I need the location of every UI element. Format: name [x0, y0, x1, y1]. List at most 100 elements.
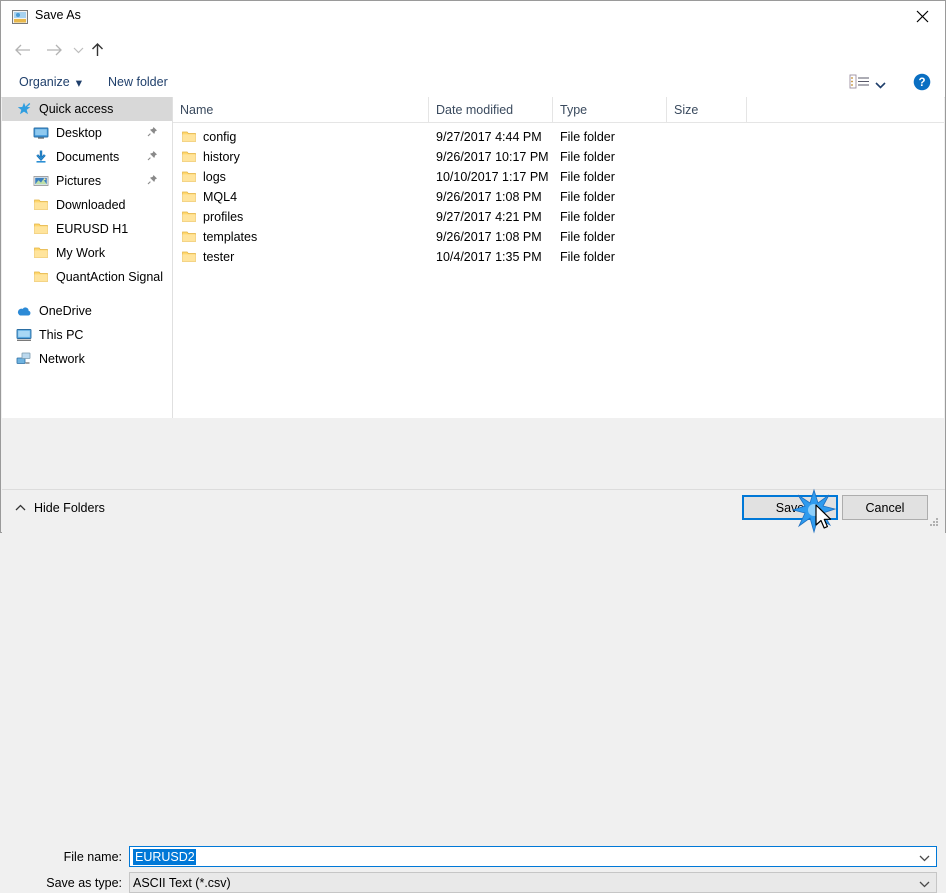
hide-folders-label: Hide Folders: [34, 501, 105, 515]
sidebar-item-my-work[interactable]: My Work: [2, 241, 172, 265]
sidebar-item-desktop[interactable]: Desktop: [2, 121, 172, 145]
column-header-size-label: Size: [674, 102, 699, 117]
sidebar-item-pictures[interactable]: Pictures: [2, 169, 172, 193]
documents-download-icon: [33, 149, 49, 165]
save-button[interactable]: Save: [742, 495, 838, 520]
view-dropdown-icon[interactable]: [875, 78, 886, 92]
row-type: File folder: [560, 170, 615, 184]
cancel-button[interactable]: Cancel: [842, 495, 928, 520]
command-toolbar: Organize ▾ New folder ?: [1, 67, 945, 98]
save-button-label: Save: [775, 500, 805, 515]
row-type: File folder: [560, 210, 615, 224]
folder-icon: [181, 169, 197, 185]
view-layout-icon[interactable]: [849, 73, 871, 91]
column-header-date-modified[interactable]: Date modified: [429, 97, 553, 122]
file-name-value[interactable]: EURUSD2: [133, 848, 196, 865]
window-title: Save As: [35, 8, 81, 22]
row-date-modified: 9/26/2017 10:17 PM: [436, 150, 549, 164]
table-row[interactable]: profiles 9/27/2017 4:21 PM File folder: [173, 207, 944, 227]
sidebar-item-this-pc[interactable]: This PC: [2, 323, 172, 347]
sidebar-item-label: Downloaded: [56, 198, 126, 212]
sidebar-item-eurusd-h1[interactable]: EURUSD H1: [2, 217, 172, 241]
pin-icon[interactable]: [147, 150, 158, 164]
table-row[interactable]: templates 9/26/2017 1:08 PM File folder: [173, 227, 944, 247]
organize-button[interactable]: Organize ▾: [19, 67, 82, 97]
navigation-sidebar[interactable]: Quick access Desktop Documents Pictures …: [2, 97, 173, 418]
desktop-icon: [33, 125, 49, 141]
sidebar-item-label: Documents: [56, 150, 120, 164]
onedrive-icon: [16, 303, 32, 319]
resize-grip[interactable]: [928, 516, 940, 528]
row-name: history: [203, 150, 240, 164]
folder-icon: [181, 129, 197, 145]
table-row[interactable]: history 9/26/2017 10:17 PM File folder: [173, 147, 944, 167]
title-bar: Save As: [1, 1, 945, 33]
row-date-modified: 10/10/2017 1:17 PM: [436, 170, 549, 184]
table-row[interactable]: tester 10/4/2017 1:35 PM File folder: [173, 247, 944, 267]
forward-button[interactable]: [41, 33, 67, 67]
sidebar-item-label: EURUSD H1: [56, 222, 129, 236]
pictures-icon: [33, 173, 49, 189]
row-date-modified: 9/26/2017 1:08 PM: [436, 190, 542, 204]
column-header-date-label: Date modified: [436, 102, 514, 117]
row-name: tester: [203, 250, 235, 264]
file-name-input[interactable]: EURUSD2: [129, 846, 937, 867]
svg-text:?: ?: [918, 77, 925, 89]
row-name: profiles: [203, 210, 244, 224]
save-as-type-value: ASCII Text (*.csv): [133, 875, 231, 890]
table-row[interactable]: config 9/27/2017 4:44 PM File folder: [173, 127, 944, 147]
sidebar-item-label: Network: [39, 352, 85, 366]
sidebar-item-network[interactable]: Network: [2, 347, 172, 371]
folder-icon: [181, 189, 197, 205]
save-as-type-select[interactable]: ASCII Text (*.csv): [129, 872, 937, 893]
back-button[interactable]: [9, 33, 35, 67]
table-row[interactable]: MQL4 9/26/2017 1:08 PM File folder: [173, 187, 944, 207]
close-button[interactable]: [899, 1, 945, 32]
save-form-area: File name: EURUSD2 Save as type: ASCII T…: [2, 419, 945, 893]
save-as-type-label: Save as type:: [46, 876, 122, 890]
row-type: File folder: [560, 130, 615, 144]
chevron-down-icon: ▾: [75, 75, 83, 90]
chevron-up-icon: [15, 501, 26, 515]
row-date-modified: 9/27/2017 4:21 PM: [436, 210, 542, 224]
chevron-down-icon[interactable]: [919, 851, 930, 865]
help-icon[interactable]: ?: [913, 73, 931, 91]
folder-icon: [181, 149, 197, 165]
column-header-type[interactable]: Type: [553, 97, 667, 122]
new-folder-button[interactable]: New folder: [108, 67, 168, 97]
pin-icon[interactable]: [147, 174, 158, 188]
column-header-row: Name ⌃ Date modified Type Size: [173, 97, 944, 123]
sidebar-item-label: OneDrive: [39, 304, 92, 318]
folder-icon: [181, 249, 197, 265]
sidebar-item-label: Desktop: [56, 126, 102, 140]
sidebar-item-label: Quick access: [39, 102, 114, 116]
row-date-modified: 9/26/2017 1:08 PM: [436, 230, 542, 244]
folder-icon: [181, 229, 197, 245]
row-name: logs: [203, 170, 226, 184]
file-name-label: File name:: [63, 850, 122, 864]
this-pc-icon: [16, 327, 32, 343]
sidebar-item-label: Pictures: [56, 174, 102, 188]
sidebar-item-quick-access[interactable]: Quick access: [2, 97, 172, 121]
chevron-down-icon[interactable]: [919, 877, 930, 891]
row-type: File folder: [560, 230, 615, 244]
pin-icon[interactable]: [147, 126, 158, 140]
row-name: MQL4: [203, 190, 238, 204]
navigation-bar: « Roaming › MetaQuotes › Terminal › 9155…: [1, 33, 945, 94]
sidebar-item-onedrive[interactable]: OneDrive: [2, 299, 172, 323]
up-button[interactable]: [85, 33, 109, 67]
folder-icon: [33, 269, 49, 285]
hide-folders-button[interactable]: Hide Folders: [15, 501, 105, 515]
table-row[interactable]: logs 10/10/2017 1:17 PM File folder: [173, 167, 944, 187]
sidebar-item-quantaction-signal[interactable]: QuantAction Signal: [2, 265, 172, 289]
column-header-name-label: Name: [180, 102, 214, 117]
column-header-name[interactable]: Name ⌃: [173, 97, 429, 122]
sidebar-item-documents[interactable]: Documents: [2, 145, 172, 169]
file-list-pane[interactable]: Name ⌃ Date modified Type Size config 9/…: [173, 97, 944, 418]
new-folder-label: New folder: [108, 75, 168, 89]
sidebar-item-downloaded[interactable]: Downloaded: [2, 193, 172, 217]
folder-icon: [33, 245, 49, 261]
column-header-size[interactable]: Size: [667, 97, 747, 122]
folder-icon: [33, 197, 49, 213]
